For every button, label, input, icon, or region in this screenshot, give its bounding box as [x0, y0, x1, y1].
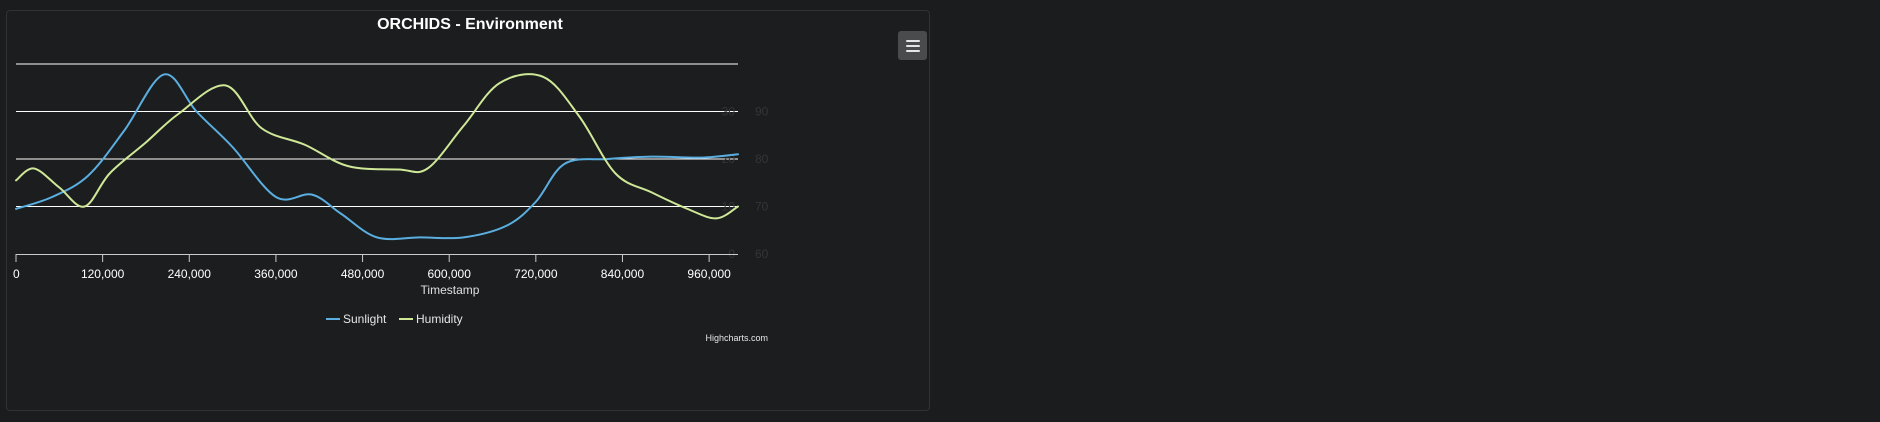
x-tick-label: 600,000: [428, 267, 472, 281]
series-lines: [15, 73, 739, 241]
legend-item-sunlight[interactable]: Sunlight: [326, 312, 387, 326]
x-tick-label: 840,000: [601, 267, 645, 281]
x-tick-label: 0: [13, 267, 20, 281]
x-tick-label: 240,000: [168, 267, 212, 281]
x-tick-label: 360,000: [254, 267, 298, 281]
series-line-sunlight: [15, 73, 739, 241]
credits-link[interactable]: Highcharts.com: [705, 333, 768, 343]
y-inner-tick-label: 10: [722, 200, 736, 214]
x-axis-title: Timestamp: [421, 283, 480, 297]
x-tick-label: 960,000: [687, 267, 731, 281]
grid-lines: [16, 63, 738, 207]
legend-item-humidity[interactable]: Humidity: [399, 312, 463, 326]
x-tick-label: 720,000: [514, 267, 558, 281]
y-tick-label: 60: [755, 247, 769, 261]
chart-svg: ORCHIDS - Environment 607080900102030 01…: [13, 16, 769, 343]
legend-label: Sunlight: [343, 312, 387, 326]
x-tick-label: 120,000: [81, 267, 125, 281]
menu-hamburger-icon[interactable]: [898, 31, 927, 60]
legend: Sunlight Humidity: [326, 312, 463, 326]
y-tick-label: 90: [755, 105, 769, 119]
y-inner-tick-label: 30: [722, 105, 736, 119]
x-axis: 0 120,000 240,000 360,000 480,000 600,000 720,…: [13, 254, 738, 281]
chart-title: ORCHIDS - Environment: [377, 16, 563, 33]
y-axis-labels: 607080900102030: [722, 105, 769, 262]
y-tick-label: 80: [755, 152, 769, 166]
legend-label: Humidity: [416, 312, 463, 326]
y-tick-label: 70: [755, 200, 769, 214]
x-tick-label: 480,000: [341, 267, 385, 281]
series-line-humidity: [15, 73, 739, 220]
chart-container: ORCHIDS - Environment 607080900102030 01…: [6, 10, 930, 411]
